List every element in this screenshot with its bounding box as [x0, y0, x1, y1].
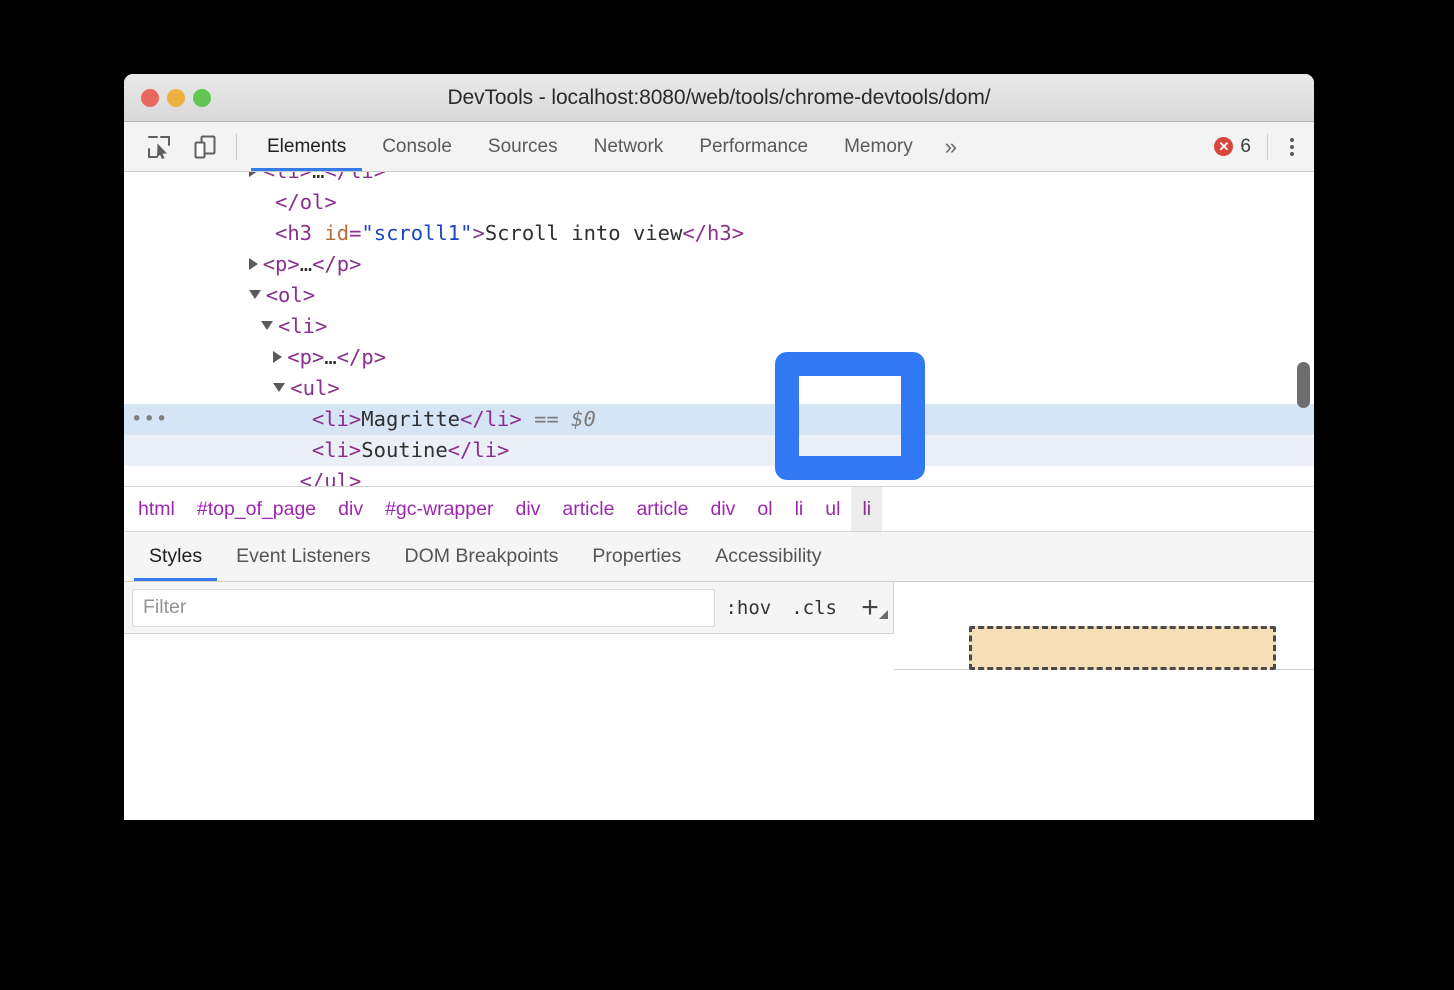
devtools-window: DevTools - localhost:8080/web/tools/chro… [124, 74, 1314, 820]
more-options-icon[interactable] [1278, 138, 1308, 156]
breadcrumb-item[interactable]: ol [746, 487, 783, 531]
toolbar-divider [236, 134, 237, 160]
devtools-toolbar: Elements Console Sources Network Perform… [124, 122, 1314, 172]
toggle-hover-state-button[interactable]: :hov [715, 597, 781, 619]
error-badge[interactable]: ✕ 6 [1212, 136, 1257, 158]
dom-row-markup: <li> [278, 311, 327, 342]
dom-tree-row[interactable]: <p>…</p> [124, 249, 1314, 280]
computed-metrics-pane [894, 582, 1314, 670]
tab-performance[interactable]: Performance [681, 122, 826, 171]
error-count: 6 [1240, 136, 1251, 158]
dom-tree-row[interactable]: <li> [124, 311, 1314, 342]
dom-tree-row[interactable]: ••• <li>Magritte</li> == $0 [124, 404, 1314, 435]
more-tabs-icon[interactable]: » [931, 122, 971, 171]
dom-tree-scrollbar[interactable] [1297, 362, 1310, 408]
error-icon: ✕ [1214, 137, 1233, 156]
toolbar-right-group: ✕ 6 [1212, 122, 1314, 171]
breadcrumb-item[interactable]: #top_of_page [186, 487, 327, 531]
box-model-diagram[interactable] [969, 626, 1276, 670]
window-titlebar: DevTools - localhost:8080/web/tools/chro… [124, 74, 1314, 122]
dom-row-markup: </ul> [300, 466, 362, 486]
dom-row-markup: <ul> [290, 373, 339, 404]
dom-row-markup: </ol> [275, 187, 337, 218]
collapse-triangle-icon[interactable] [249, 290, 261, 299]
dom-tree-row[interactable]: <li>Soutine</li> [124, 435, 1314, 466]
breadcrumb-item[interactable]: div [327, 487, 374, 531]
dom-tree-row[interactable]: <li>…</li> [124, 172, 1314, 187]
dom-tree-row[interactable]: <h3 id="scroll1">Scroll into view</h3> [124, 218, 1314, 249]
breadcrumb: html#top_of_pagediv#gc-wrapperdivarticle… [124, 486, 1314, 532]
breadcrumb-item[interactable]: #gc-wrapper [374, 487, 504, 531]
dom-row-markup: <p>…</p> [287, 342, 386, 373]
inspect-element-icon[interactable] [142, 130, 176, 164]
dom-row-markup: <li>…</li> [263, 172, 386, 187]
expand-triangle-icon[interactable] [249, 258, 258, 270]
device-toolbar-icon[interactable] [188, 130, 222, 164]
dom-tree-panel[interactable]: <li>…</li></ol><h3 id="scroll1">Scroll i… [124, 172, 1314, 486]
dom-tree-row[interactable]: <ul> [124, 373, 1314, 404]
plus-icon: + [861, 591, 879, 625]
breadcrumb-item[interactable]: li [784, 487, 815, 531]
expand-triangle-icon[interactable] [273, 351, 282, 363]
toolbar-divider-2 [1267, 134, 1268, 160]
dom-tree-row[interactable]: <ol> [124, 280, 1314, 311]
dom-row-markup: <p>…</p> [263, 249, 362, 280]
row-ellipsis-icon[interactable]: ••• [131, 404, 168, 435]
sidebar-tabs: Styles Event Listeners DOM Breakpoints P… [124, 532, 1314, 582]
tab-memory[interactable]: Memory [826, 122, 931, 171]
window-title: DevTools - localhost:8080/web/tools/chro… [124, 86, 1314, 110]
dom-tree-row[interactable]: </ul> [124, 466, 1314, 486]
tab-sources[interactable]: Sources [470, 122, 576, 171]
expand-triangle-icon[interactable] [249, 172, 258, 177]
breadcrumb-item[interactable]: div [504, 487, 551, 531]
dom-row-markup: <li>Soutine</li> [312, 435, 510, 466]
tab-event-listeners[interactable]: Event Listeners [219, 532, 387, 581]
dom-tree-row[interactable]: <p>…</p> [124, 342, 1314, 373]
dom-row-markup: <li>Magritte</li> == $0 [312, 404, 596, 435]
dom-row-markup: <h3 id="scroll1">Scroll into view</h3> [275, 218, 744, 249]
styles-filter-toolbar: Filter :hov .cls + [124, 582, 894, 634]
new-style-rule-button[interactable]: + [847, 591, 893, 625]
tab-properties[interactable]: Properties [575, 532, 698, 581]
dom-tree-rows: <li>…</li></ol><h3 id="scroll1">Scroll i… [124, 172, 1314, 486]
tab-accessibility[interactable]: Accessibility [698, 532, 838, 581]
breadcrumb-item[interactable]: div [699, 487, 746, 531]
dropdown-corner-icon [879, 610, 888, 619]
collapse-triangle-icon[interactable] [261, 321, 273, 330]
breadcrumb-item[interactable]: article [551, 487, 625, 531]
breadcrumb-item[interactable]: article [625, 487, 699, 531]
collapse-triangle-icon[interactable] [273, 383, 285, 392]
tab-dom-breakpoints[interactable]: DOM Breakpoints [388, 532, 576, 581]
tab-elements[interactable]: Elements [249, 122, 364, 171]
breadcrumb-item[interactable]: ul [814, 487, 851, 531]
tab-network[interactable]: Network [576, 122, 682, 171]
filter-input[interactable]: Filter [132, 589, 715, 627]
styles-pane: Filter :hov .cls + [124, 582, 1314, 670]
dom-row-markup: <ol> [266, 280, 315, 311]
tab-styles[interactable]: Styles [132, 532, 219, 581]
breadcrumb-item[interactable]: li [851, 487, 882, 531]
dom-tree-row[interactable]: </ol> [124, 187, 1314, 218]
tab-console[interactable]: Console [364, 122, 470, 171]
breadcrumb-item[interactable]: html [124, 487, 186, 531]
toggle-class-button[interactable]: .cls [781, 597, 847, 619]
panel-tabs: Elements Console Sources Network Perform… [249, 122, 971, 171]
